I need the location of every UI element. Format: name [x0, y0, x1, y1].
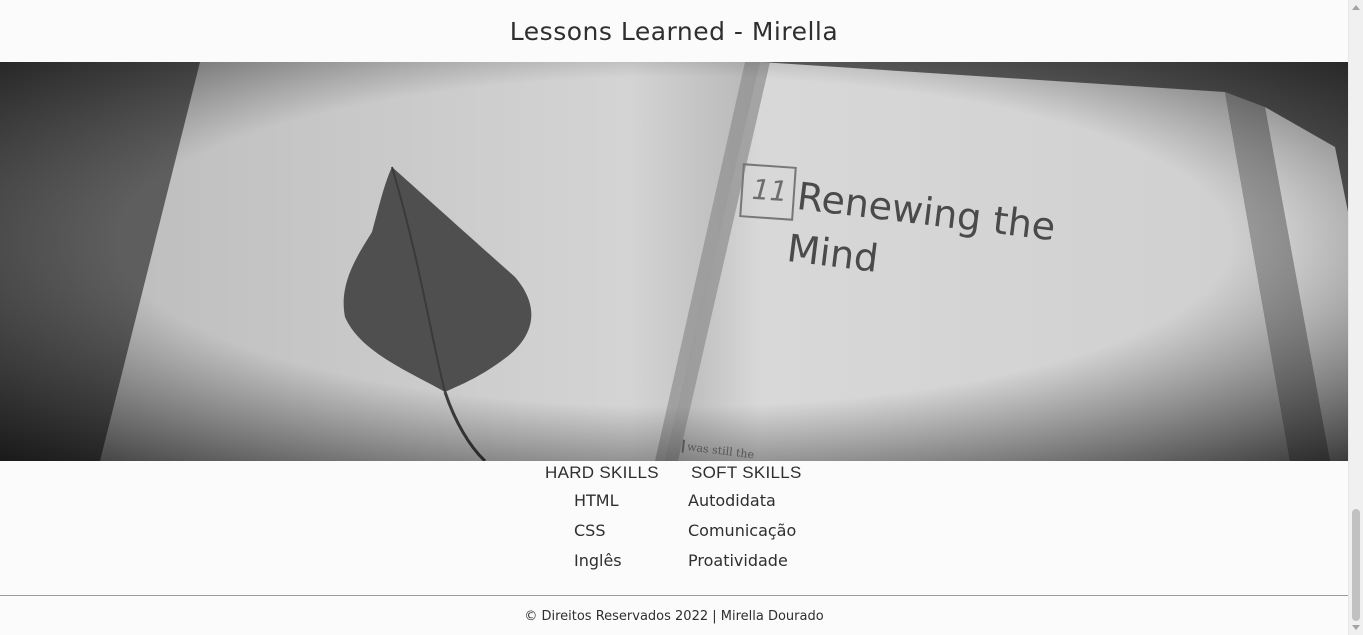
- open-book-illustration: [0, 62, 1348, 461]
- list-item: Proatividade: [688, 551, 788, 570]
- soft-skills-list: Autodidata Comunicação Proatividade: [688, 486, 802, 576]
- copyright-text: © Direitos Reservados 2022 | Mirella Dou…: [524, 608, 824, 624]
- scrollbar-thumb[interactable]: [1352, 509, 1360, 621]
- page-title: Lessons Learned - Mirella: [509, 16, 839, 46]
- list-item: Autodidata: [688, 491, 776, 510]
- scroll-down-arrow-icon[interactable]: [1352, 625, 1360, 630]
- hero-image: 11 Renewing the Mind was still the: [0, 62, 1348, 461]
- soft-skills-column: SOFT SKILLS Autodidata Comunicação Proat…: [688, 461, 802, 576]
- soft-skills-heading: SOFT SKILLS: [691, 463, 802, 482]
- site-footer: © Direitos Reservados 2022 | Mirella Dou…: [0, 595, 1348, 635]
- chapter-number: 11: [750, 172, 789, 209]
- hard-skills-heading: HARD SKILLS: [545, 463, 659, 482]
- hard-skills-column: HARD SKILLS HTML CSS Inglês: [545, 461, 659, 576]
- scroll-up-arrow-icon[interactable]: [1352, 5, 1360, 10]
- skills-section: HARD SKILLS HTML CSS Inglês SOFT SKILLS …: [0, 461, 1348, 595]
- site-header: Lessons Learned - Mirella: [0, 0, 1348, 62]
- page: Lessons Learned - Mirella 11 Renewing th…: [0, 0, 1348, 635]
- hard-skills-list: HTML CSS Inglês: [574, 486, 659, 576]
- list-item: Inglês: [574, 551, 622, 570]
- list-item: Comunicação: [688, 521, 797, 540]
- vertical-scrollbar[interactable]: [1348, 0, 1363, 635]
- list-item: CSS: [574, 521, 606, 540]
- list-item: HTML: [574, 491, 619, 510]
